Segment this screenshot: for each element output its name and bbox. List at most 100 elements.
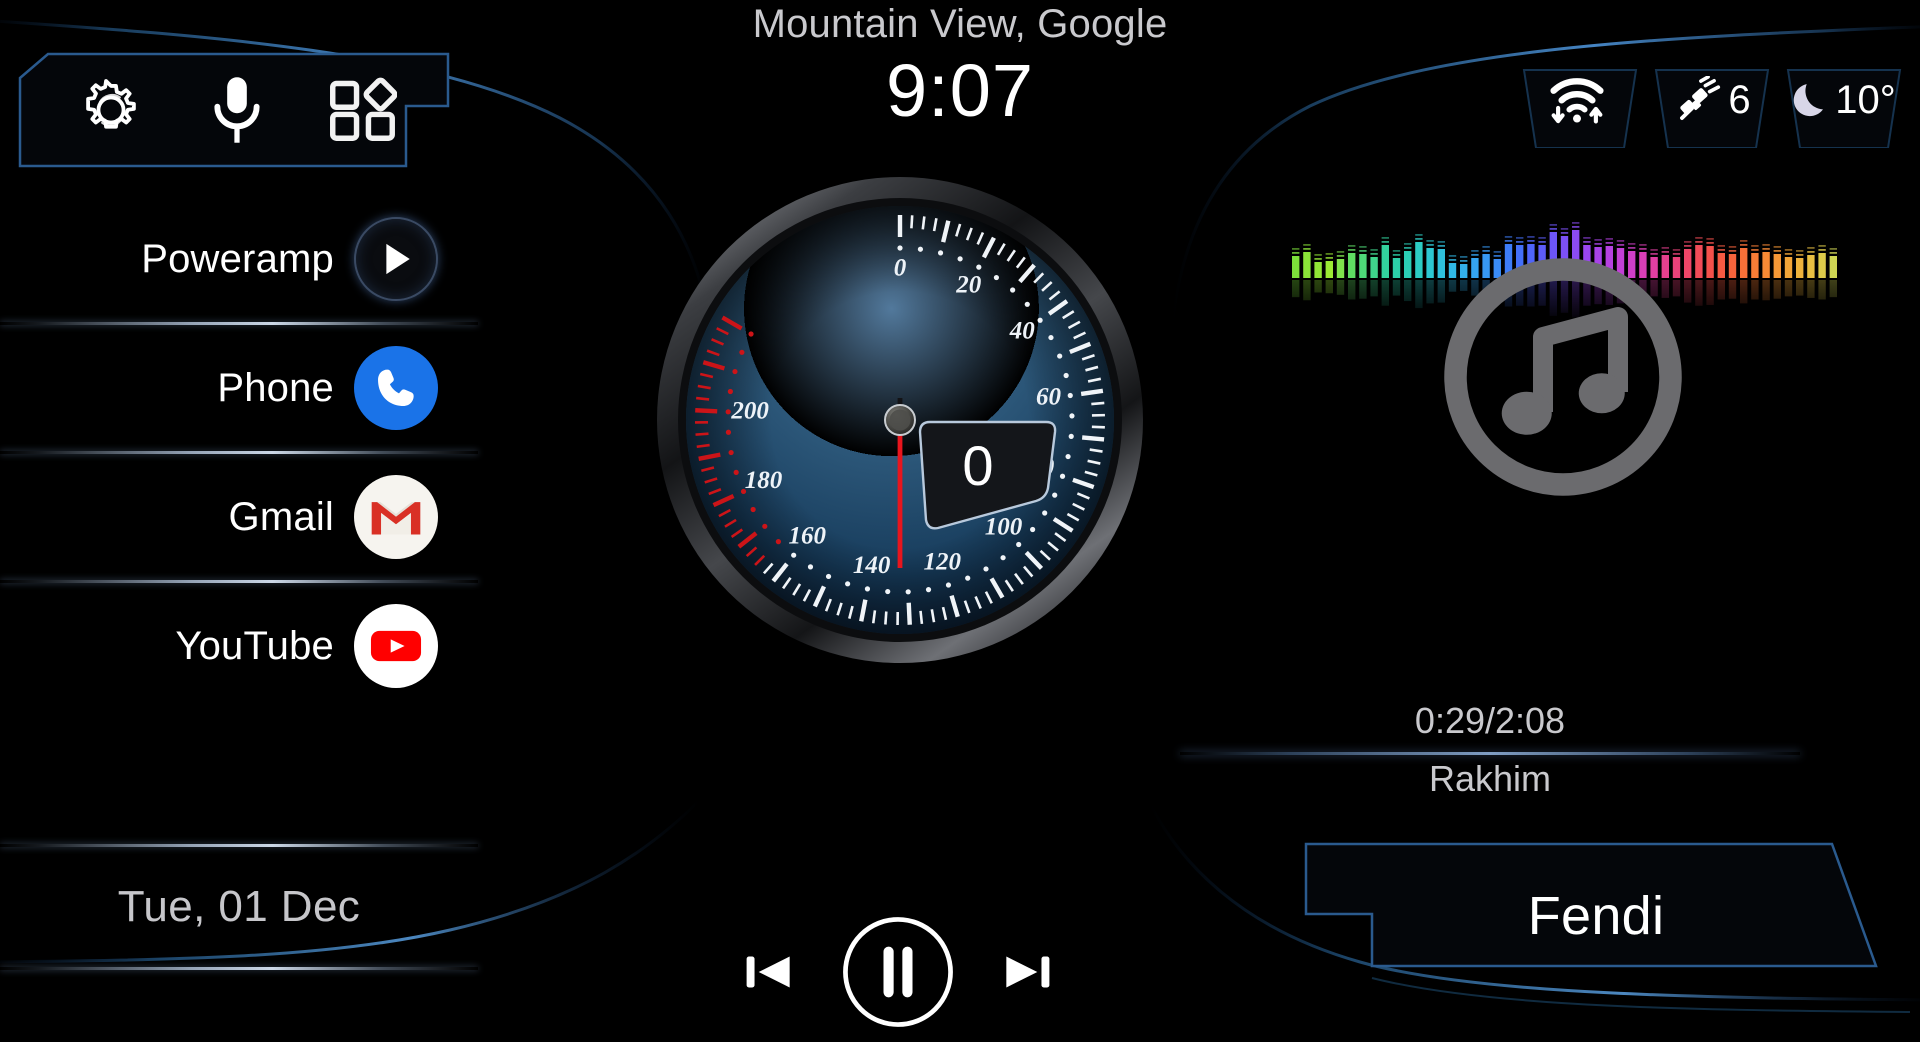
weather-status[interactable]: 10°: [1782, 52, 1906, 148]
location-label: Mountain View, Google: [752, 2, 1168, 46]
wifi-icon: [1549, 78, 1604, 124]
visualizer-peak-cap: [1527, 236, 1535, 238]
visualizer-peak-cap: [1717, 245, 1725, 247]
visualizer-peak-cap: [1762, 248, 1770, 250]
visualizer-peak-cap: [1751, 245, 1759, 247]
wifi-status[interactable]: [1518, 52, 1642, 148]
visualizer-peak-cap: [1751, 249, 1759, 251]
visualizer-peak-cap: [1336, 255, 1345, 257]
weather-moon-icon: [1794, 84, 1824, 117]
visualizer-peak-cap: [1695, 241, 1703, 243]
visualizer-bar: [1706, 246, 1714, 278]
visualizer-peak-cap: [1796, 250, 1804, 252]
visualizer-peak-cap: [1314, 254, 1322, 256]
visualizer-peak-cap: [1348, 249, 1356, 251]
visualizer-peak-cap: [1303, 244, 1311, 246]
visualizer-bar: [1303, 252, 1311, 278]
visualizer-peak-cap: [1516, 237, 1524, 239]
visualizer-peak-cap: [1594, 239, 1602, 241]
visualizer-peak-cap: [1415, 238, 1423, 240]
visualizer-peak-cap: [1695, 237, 1703, 239]
visualizer-peak-cap: [1650, 249, 1658, 251]
list-item[interactable]: Phone: [0, 325, 478, 451]
visualizer-peak-cap: [1807, 247, 1815, 249]
previous-track-button[interactable]: [738, 941, 800, 1003]
visualizer-peak-cap: [1392, 250, 1401, 252]
visualizer-peak-cap: [1740, 240, 1748, 242]
visualizer-peak-cap: [1527, 240, 1535, 242]
visualizer-peak-cap: [1370, 253, 1378, 255]
visualizer-peak-cap: [1661, 247, 1669, 249]
date-bar: Tue, 01 Dec: [0, 844, 478, 970]
visualizer-peak-cap: [1784, 253, 1793, 255]
album-art-placeholder[interactable]: [1438, 252, 1688, 502]
youtube-icon[interactable]: [354, 604, 438, 688]
gmail-icon[interactable]: [354, 475, 438, 559]
visualizer-peak-cap: [1616, 240, 1625, 242]
visualizer-peak-cap: [1672, 249, 1681, 251]
visualizer-peak-cap: [1504, 240, 1513, 242]
visualizer-peak-cap: [1392, 254, 1401, 256]
visualizer-peak-cap: [1740, 244, 1748, 246]
visualizer-peak-cap: [1807, 251, 1815, 253]
visualizer-peak-cap: [1348, 245, 1356, 247]
media-transport-controls: [738, 912, 1058, 1032]
visualizer-peak-cap: [1336, 251, 1345, 253]
gps-satellite-icon: [1680, 76, 1721, 120]
visualizer-bar: [1292, 256, 1300, 278]
visualizer-peak-cap: [1628, 247, 1636, 249]
list-item[interactable]: YouTube: [0, 583, 478, 709]
status-cluster: 6 10°: [1518, 52, 1906, 148]
date-separator-bottom: [0, 967, 478, 970]
date-label: Tue, 01 Dec: [117, 882, 361, 931]
visualizer-peak-cap: [1415, 234, 1423, 236]
gauge-label: 20: [955, 271, 982, 298]
visualizer-peak-cap: [1773, 250, 1781, 252]
visualizer-peak-cap: [1762, 244, 1770, 246]
gps-status[interactable]: 6: [1650, 52, 1774, 148]
visualizer-peak-cap: [1482, 246, 1490, 248]
visualizer-peak-cap: [1706, 238, 1714, 240]
visualizer-bar: [1314, 262, 1322, 278]
visualizer-peak-cap: [1628, 243, 1636, 245]
visualizer-peak-cap: [1684, 241, 1692, 243]
gauge-label: 180: [745, 467, 783, 494]
visualizer-peak-cap: [1605, 238, 1613, 240]
visualizer-bar: [1359, 254, 1367, 278]
visualizer-peak-cap: [1538, 237, 1546, 239]
weather-value: 10°: [1835, 77, 1896, 122]
visualizer-bar: [1717, 253, 1725, 278]
visualizer-bar: [1381, 245, 1389, 278]
poweramp-play-icon[interactable]: [354, 217, 438, 301]
visualizer-peak-cap: [1292, 248, 1300, 250]
visualizer-peak-cap: [1516, 241, 1524, 243]
visualizer-peak-cap: [1381, 237, 1389, 239]
visualizer-peak-cap: [1784, 249, 1793, 251]
visualizer-peak-cap: [1325, 253, 1333, 255]
list-item[interactable]: Poweramp: [0, 196, 478, 322]
list-item[interactable]: Gmail: [0, 454, 478, 580]
phone-icon[interactable]: [354, 346, 438, 430]
visualizer-peak-cap: [1829, 252, 1837, 254]
visualizer-peak-cap: [1572, 226, 1580, 228]
visualizer-bar: [1348, 253, 1356, 278]
next-track-button[interactable]: [996, 941, 1058, 1003]
visualizer-peak-cap: [1359, 250, 1367, 252]
visualizer-bar: [1773, 254, 1781, 278]
visualizer-bar: [1392, 258, 1401, 278]
visualizer-peak-cap: [1684, 245, 1692, 247]
track-title-panel[interactable]: Fendi: [1262, 838, 1902, 994]
visualizer-bar: [1818, 253, 1826, 278]
visualizer-peak-cap: [1818, 245, 1826, 247]
media-artist-label: Rakhim: [1428, 758, 1552, 799]
visualizer-peak-cap: [1639, 244, 1647, 246]
visualizer-peak-cap: [1829, 248, 1837, 250]
visualizer-peak-cap: [1560, 232, 1569, 234]
play-pause-button[interactable]: [840, 914, 956, 1030]
visualizer-bar: [1325, 261, 1333, 278]
visualizer-bar: [1740, 248, 1748, 278]
visualizer-peak-cap: [1404, 243, 1412, 245]
visualizer-peak-cap: [1728, 246, 1737, 248]
visualizer-peak-cap: [1314, 258, 1322, 260]
visualizer-peak-cap: [1437, 241, 1445, 243]
